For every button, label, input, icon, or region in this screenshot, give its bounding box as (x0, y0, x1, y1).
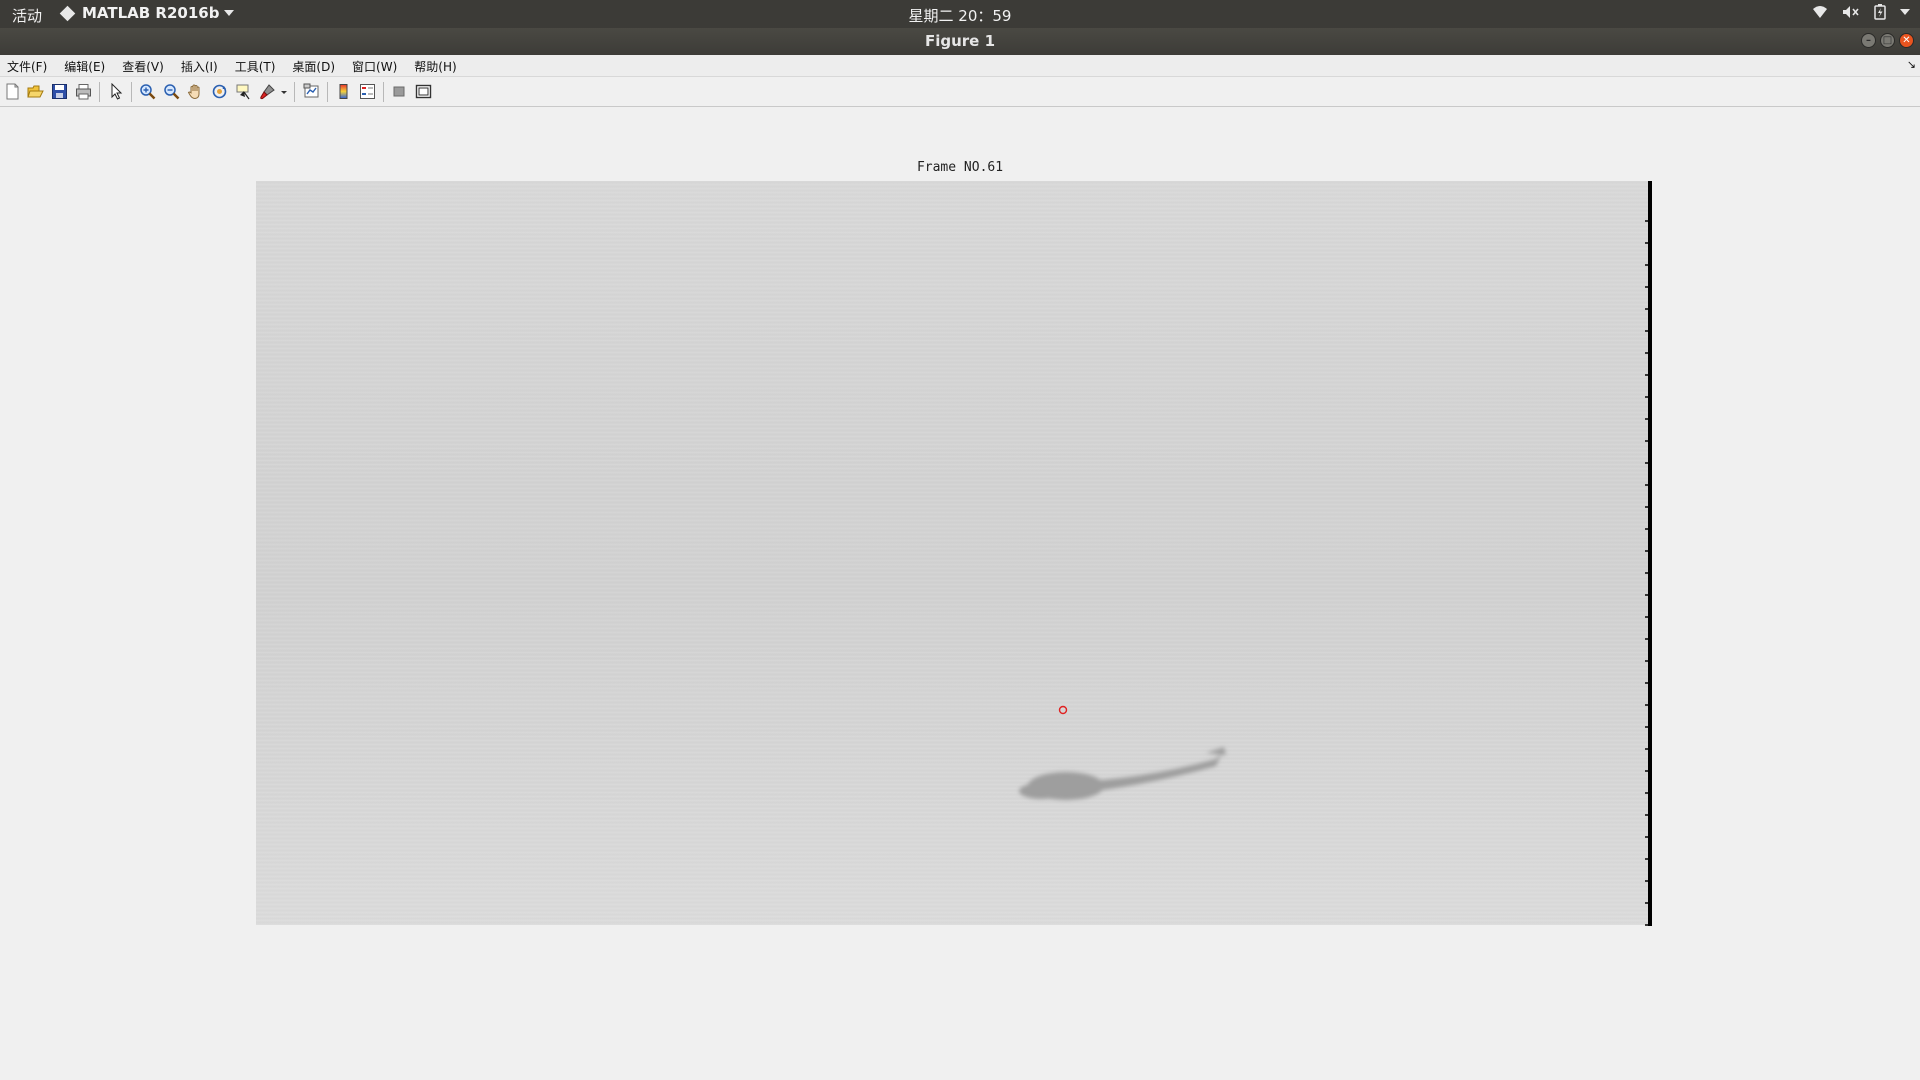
clock[interactable]: 星期二 20：59 (909, 7, 1012, 25)
status-area[interactable] (1812, 4, 1910, 20)
menu-bar: 文件(F) 编辑(E) 查看(V) 插入(I) 工具(T) 桌面(D) 窗口(W… (0, 55, 1920, 77)
menu-help[interactable]: 帮助(H) (414, 58, 456, 75)
app-menu-button[interactable]: MATLAB R2016b (59, 4, 235, 22)
edit-plot-icon[interactable] (108, 83, 125, 100)
toolbar-separator (294, 82, 295, 102)
figure-toolbar (0, 77, 1920, 107)
menu-window[interactable]: 窗口(W) (352, 58, 397, 75)
menu-desktop[interactable]: 桌面(D) (292, 58, 335, 75)
toolbar-separator (99, 82, 100, 102)
print-figure-icon[interactable] (75, 83, 92, 100)
activities-button[interactable]: 活动 (12, 5, 42, 26)
right-axis-ruler (1645, 181, 1652, 926)
new-figure-icon[interactable] (4, 83, 21, 100)
maximize-button[interactable]: □ (1880, 33, 1895, 48)
battery-icon[interactable] (1874, 4, 1886, 20)
axes-title: Frame NO.61 (916, 160, 1004, 175)
link-plot-icon[interactable] (303, 83, 320, 100)
zoom-in-icon[interactable] (139, 83, 156, 100)
volume-muted-icon[interactable] (1842, 5, 1860, 19)
system-menu-caret-icon[interactable] (1900, 9, 1910, 15)
pan-hand-icon[interactable] (187, 83, 204, 100)
menu-edit[interactable]: 编辑(E) (64, 58, 105, 75)
insert-colorbar-icon[interactable] (335, 83, 352, 100)
rotate-3d-icon[interactable] (211, 83, 228, 100)
app-menu-caret-icon (224, 10, 235, 16)
menu-view[interactable]: 查看(V) (122, 58, 164, 75)
toolbar-separator (131, 82, 132, 102)
show-plot-tools-icon[interactable] (415, 83, 432, 100)
matlab-app-icon (59, 5, 76, 21)
system-top-bar: 活动 MATLAB R2016b 星期二 20：59 (0, 0, 1920, 28)
window-title-bar[interactable]: Figure 1 – □ ✕ (0, 28, 1920, 55)
menu-insert[interactable]: 插入(I) (181, 58, 218, 75)
video-frame-image[interactable] (256, 181, 1652, 925)
toolbar-separator (327, 82, 328, 102)
close-button[interactable]: ✕ (1899, 33, 1914, 48)
wifi-icon[interactable] (1812, 5, 1828, 19)
app-menu-label: MATLAB R2016b (82, 4, 220, 22)
tracking-marker (1058, 705, 1068, 715)
menu-file[interactable]: 文件(F) (7, 58, 47, 75)
menu-tools[interactable]: 工具(T) (235, 58, 276, 75)
brush-dropdown-icon[interactable] (280, 83, 288, 100)
toolbar-separator (383, 82, 384, 102)
window-title: Figure 1 (924, 32, 996, 50)
minimize-button[interactable]: – (1861, 33, 1876, 48)
insert-legend-icon[interactable] (359, 83, 376, 100)
brush-icon[interactable] (259, 83, 276, 100)
open-file-icon[interactable] (27, 83, 44, 100)
dock-arrow-icon[interactable]: ↘ (1907, 58, 1916, 71)
zoom-out-icon[interactable] (163, 83, 180, 100)
save-figure-icon[interactable] (51, 83, 68, 100)
data-cursor-icon[interactable] (235, 83, 252, 100)
image-texture (256, 181, 1652, 925)
hide-plot-tools-icon[interactable] (391, 83, 408, 100)
